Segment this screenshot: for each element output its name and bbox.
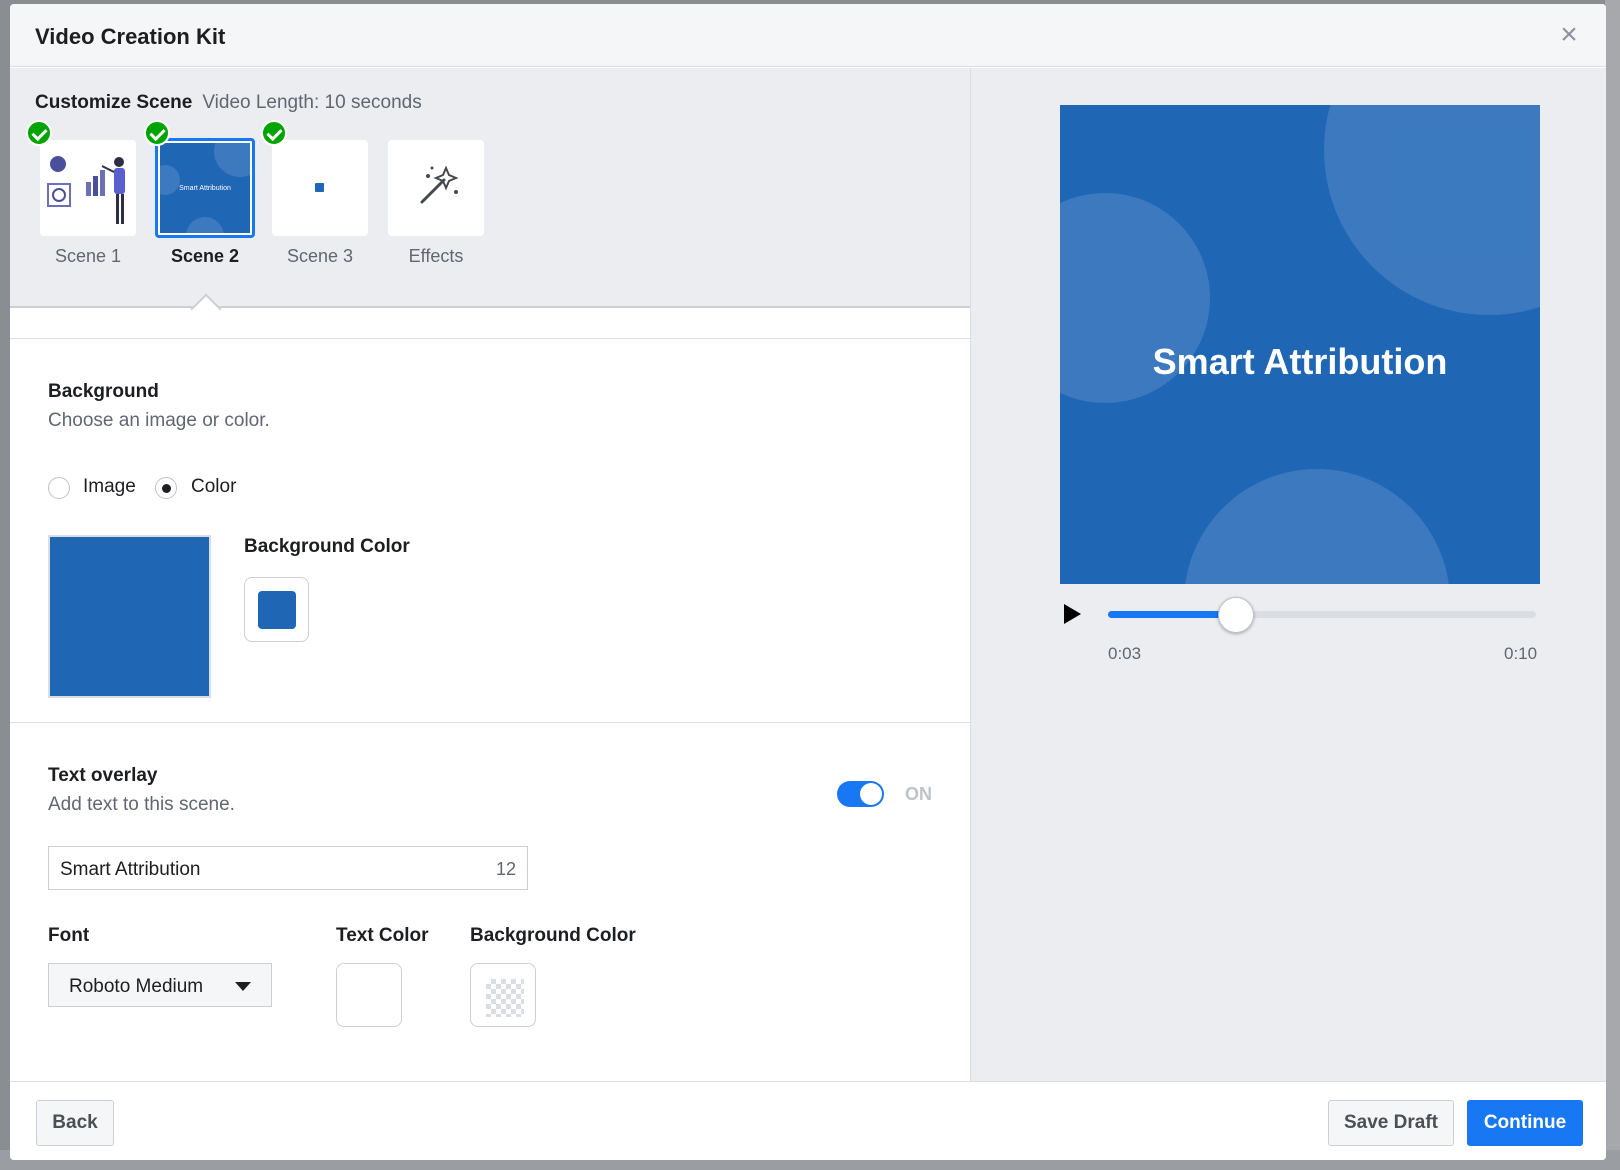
scene-2-thumbnail[interactable]: Smart Attribution <box>155 138 255 238</box>
background-color-preview <box>48 535 211 698</box>
scene-3-label: Scene 3 <box>286 246 354 266</box>
play-icon[interactable] <box>1064 604 1081 624</box>
transparent-pattern-icon <box>486 979 524 1017</box>
video-preview: Smart Attribution <box>1060 105 1540 584</box>
toggle-state-label: ON <box>905 784 932 804</box>
text-overlay-description: Add text to this scene. <box>48 794 235 815</box>
character-count: 12 <box>495 859 516 879</box>
playback-progress <box>1108 611 1237 618</box>
text-overlay-section: Text overlay Add text to this scene. ON … <box>10 722 970 1082</box>
back-button[interactable]: Back <box>36 1100 114 1146</box>
preview-overlay-text: Smart Attribution <box>1152 341 1448 382</box>
text-color-label: Text Color <box>336 925 429 946</box>
scene-2-thumb-text: Smart Attribution <box>179 185 231 192</box>
close-icon[interactable]: × <box>1554 20 1584 50</box>
effects-label: Effects <box>408 246 464 266</box>
scene-1-label: Scene 1 <box>54 246 122 266</box>
video-length-label: Video Length: 10 seconds <box>202 92 422 113</box>
image-radio-label: Image <box>83 476 136 497</box>
scene-2-check-icon <box>144 120 170 146</box>
scene-3-logo-icon <box>315 183 324 192</box>
current-time: 0:03 <box>1108 644 1142 663</box>
color-radio-label: Color <box>191 476 237 497</box>
page-backdrop <box>1605 0 1620 1170</box>
background-title: Background <box>48 381 159 402</box>
text-overlay-title: Text overlay <box>48 765 158 786</box>
color-radio[interactable] <box>155 477 177 499</box>
scene-3-thumbnail[interactable] <box>272 140 368 236</box>
background-section: Background Choose an image or color. Ima… <box>10 338 970 721</box>
scene-bar-title: Customize Scene Video Length: 10 seconds <box>35 92 422 114</box>
font-select-value: Roboto Medium <box>69 976 204 997</box>
text-color-picker[interactable] <box>336 963 402 1027</box>
background-description: Choose an image or color. <box>48 410 270 431</box>
overlay-text-value: Smart Attribution <box>60 859 201 880</box>
font-label: Font <box>48 925 90 946</box>
scene-1-check-icon <box>26 120 52 146</box>
scene-3-check-icon <box>261 120 287 146</box>
playback-scrubber[interactable] <box>1108 597 1536 633</box>
background-color-label: Background Color <box>244 536 410 557</box>
background-color-picker[interactable] <box>244 577 309 642</box>
effects-thumbnail[interactable] <box>388 140 484 236</box>
customize-pane: Customize Scene Video Length: 10 seconds <box>10 68 971 1081</box>
font-select[interactable]: Roboto Medium <box>48 963 272 1007</box>
scene-2-label: Scene 2 <box>170 246 240 266</box>
scrubber-handle[interactable] <box>1218 597 1255 633</box>
selection-caret <box>190 293 222 325</box>
modal-header: Video Creation Kit × <box>10 4 1606 67</box>
overlay-bg-color-label: Background Color <box>470 925 636 946</box>
overlay-text-input[interactable]: Smart Attribution 12 <box>48 846 528 890</box>
decor-circle <box>1324 105 1540 315</box>
scene-1-illustration <box>47 156 125 224</box>
image-radio[interactable] <box>48 477 70 499</box>
scene-2-preview: Smart Attribution <box>160 143 250 233</box>
customize-scene-label: Customize Scene <box>35 92 193 113</box>
continue-button[interactable]: Continue <box>1467 1100 1583 1146</box>
scene-1-thumbnail[interactable] <box>40 140 136 236</box>
overlay-bg-color-picker[interactable] <box>470 963 536 1027</box>
modal-footer: Back Save Draft Continue <box>10 1081 1606 1160</box>
magic-wand-icon <box>420 165 459 204</box>
text-overlay-toggle[interactable] <box>837 781 884 807</box>
video-creation-modal: Video Creation Kit × Customize Scene Vide… <box>10 4 1606 1160</box>
modal-title: Video Creation Kit <box>35 24 226 49</box>
save-draft-button[interactable]: Save Draft <box>1328 1100 1454 1146</box>
preview-pane: Smart Attribution 0:03 0:10 <box>971 68 1606 1081</box>
decor-circle <box>1184 469 1450 584</box>
scene-selector: Customize Scene Video Length: 10 seconds <box>10 68 970 325</box>
chevron-down-icon <box>235 982 251 991</box>
background-color-chip <box>258 591 296 629</box>
total-time: 0:10 <box>1504 644 1538 663</box>
